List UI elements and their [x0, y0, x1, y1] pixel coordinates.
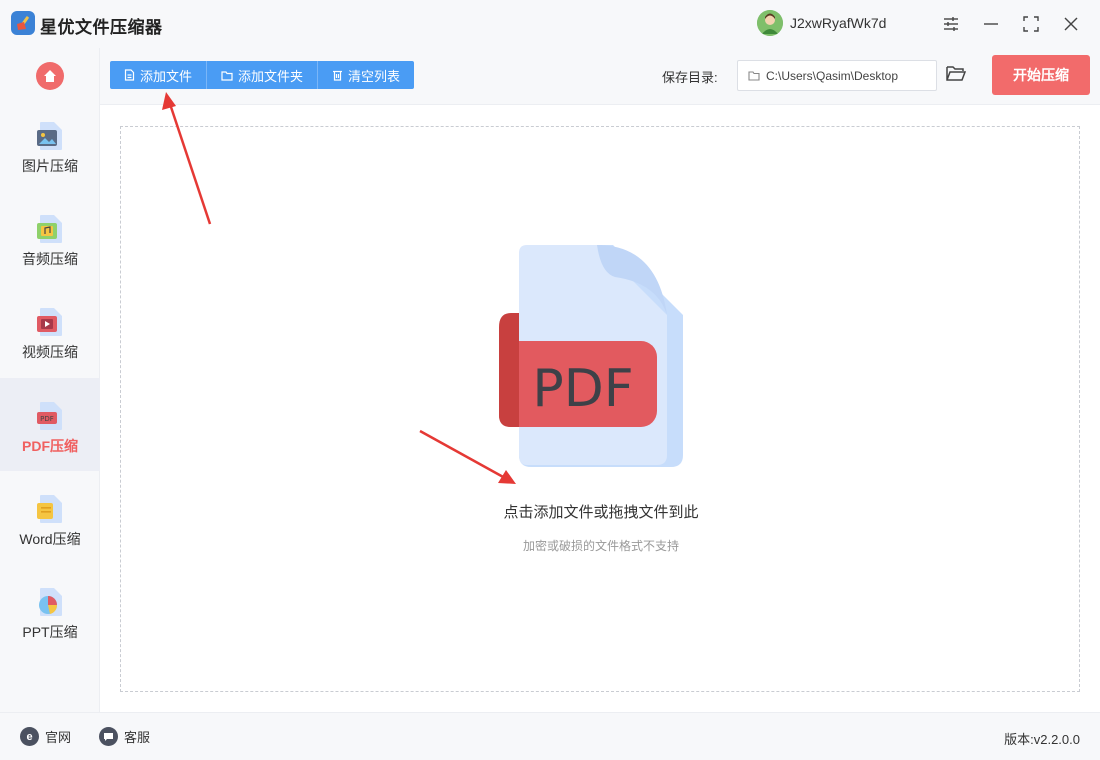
folder-icon: [221, 70, 233, 81]
browse-folder-icon[interactable]: [945, 63, 969, 87]
add-folder-button[interactable]: 添加文件夹: [207, 61, 319, 89]
audio-file-icon: [35, 213, 65, 245]
clear-list-button[interactable]: 清空列表: [318, 61, 414, 89]
save-path-field[interactable]: C:\Users\Qasim\Desktop: [737, 60, 937, 91]
website-link[interactable]: e 官网: [20, 727, 71, 746]
sidebar-item-label: 音频压缩: [22, 251, 78, 267]
sidebar: 图片压缩 音频压缩 视频压缩 PDF PDF压缩 Word压缩 PPT压缩: [0, 48, 100, 712]
user-name[interactable]: J2xwRyafWk7d: [790, 15, 886, 31]
sidebar-item-audio[interactable]: 音频压缩: [0, 191, 100, 284]
sidebar-item-label: PPT压缩: [22, 624, 78, 640]
home-icon[interactable]: [36, 62, 64, 90]
support-label: 客服: [124, 730, 151, 745]
sidebar-item-word[interactable]: Word压缩: [0, 471, 100, 564]
minimize-icon[interactable]: [977, 10, 1005, 38]
dropzone-title: 点击添加文件或拖拽文件到此: [503, 504, 699, 521]
add-file-label: 添加文件: [140, 68, 193, 84]
pdf-label-text: PDF: [532, 359, 633, 419]
svg-text:PDF: PDF: [40, 415, 54, 423]
footer: e 官网 客服 版本:v2.2.0.0: [0, 712, 1100, 760]
dropzone-subtitle: 加密或破损的文件格式不支持: [522, 539, 679, 553]
toolbar: 添加文件 添加文件夹 清空列表 保存目录: C:\Users\Qasim\Des…: [100, 48, 1100, 105]
main-area: PDF 点击添加文件或拖拽文件到此 加密或破损的文件格式不支持: [100, 105, 1100, 712]
broom-icon: [11, 11, 35, 35]
sidebar-item-pdf[interactable]: PDF PDF压缩: [0, 378, 100, 471]
sidebar-item-video[interactable]: 视频压缩: [0, 284, 100, 377]
trash-icon: [333, 70, 343, 81]
ppt-file-icon: [35, 586, 65, 618]
close-icon[interactable]: [1057, 10, 1085, 38]
image-file-icon: [35, 120, 65, 152]
pdf-file-icon: PDF: [35, 400, 65, 432]
word-file-icon: [35, 493, 65, 525]
support-link[interactable]: 客服: [99, 727, 150, 746]
file-button-group: 添加文件 添加文件夹 清空列表: [110, 61, 415, 89]
clear-list-label: 清空列表: [348, 68, 401, 84]
folder-icon: [748, 71, 760, 81]
sidebar-item-label: PDF压缩: [22, 438, 78, 454]
file-icon: [124, 69, 135, 81]
sidebar-item-ppt[interactable]: PPT压缩: [0, 564, 100, 657]
video-file-icon: [35, 306, 65, 338]
sidebar-item-label: 视频压缩: [22, 344, 78, 360]
app-title: 星优文件压缩器: [40, 18, 163, 37]
save-path-value: C:\Users\Qasim\Desktop: [766, 68, 899, 83]
chat-icon: [99, 727, 118, 746]
sidebar-item-label: Word压缩: [19, 531, 81, 547]
sidebar-item-image[interactable]: 图片压缩: [0, 98, 100, 191]
version-text: 版本:v2.2.0.0: [1004, 732, 1080, 747]
title-bar: 星优文件压缩器 J2xwRyafWk7d: [0, 0, 1100, 48]
add-file-button[interactable]: 添加文件: [110, 61, 208, 89]
browser-icon: e: [20, 727, 39, 746]
start-compress-button[interactable]: 开始压缩: [992, 55, 1090, 95]
settings-icon[interactable]: [937, 10, 965, 38]
avatar[interactable]: [757, 10, 783, 36]
file-dropzone[interactable]: PDF 点击添加文件或拖拽文件到此 加密或破损的文件格式不支持: [120, 126, 1080, 692]
save-directory-label: 保存目录:: [662, 70, 718, 85]
maximize-icon[interactable]: [1017, 10, 1045, 38]
pdf-document-illustration: PDF: [499, 245, 683, 467]
add-folder-label: 添加文件夹: [238, 68, 304, 84]
sidebar-item-label: 图片压缩: [22, 158, 78, 174]
website-label: 官网: [45, 730, 72, 745]
